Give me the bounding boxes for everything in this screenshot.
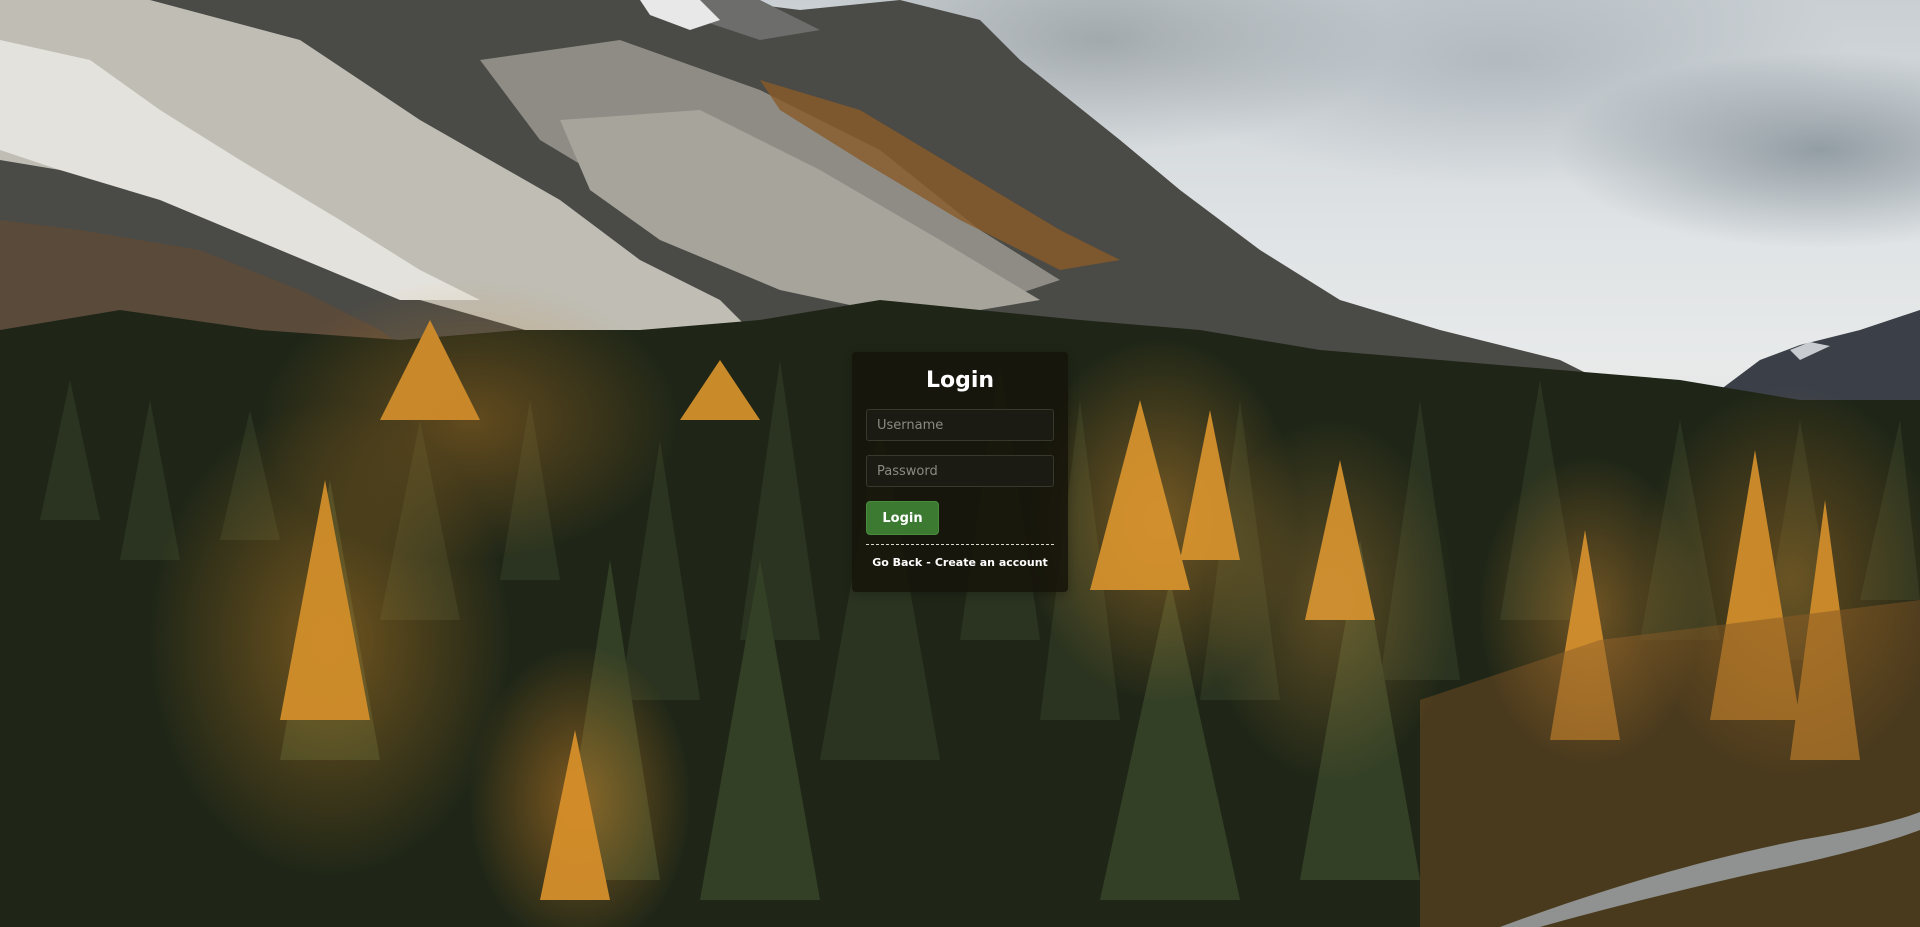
link-separator: - <box>926 556 931 569</box>
auth-links: Go Back - Create an account <box>866 555 1054 571</box>
username-input[interactable] <box>866 409 1054 441</box>
create-account-link[interactable]: Create an account <box>935 556 1048 569</box>
password-input[interactable] <box>866 455 1054 487</box>
go-back-link[interactable]: Go Back <box>872 556 922 569</box>
page-background: Login Login Go Back-Create an account <box>0 0 1920 927</box>
divider <box>866 544 1054 545</box>
login-title: Login <box>925 368 995 393</box>
login-card: Login Login Go Back-Create an account <box>852 352 1068 592</box>
login-button[interactable]: Login <box>866 501 939 535</box>
